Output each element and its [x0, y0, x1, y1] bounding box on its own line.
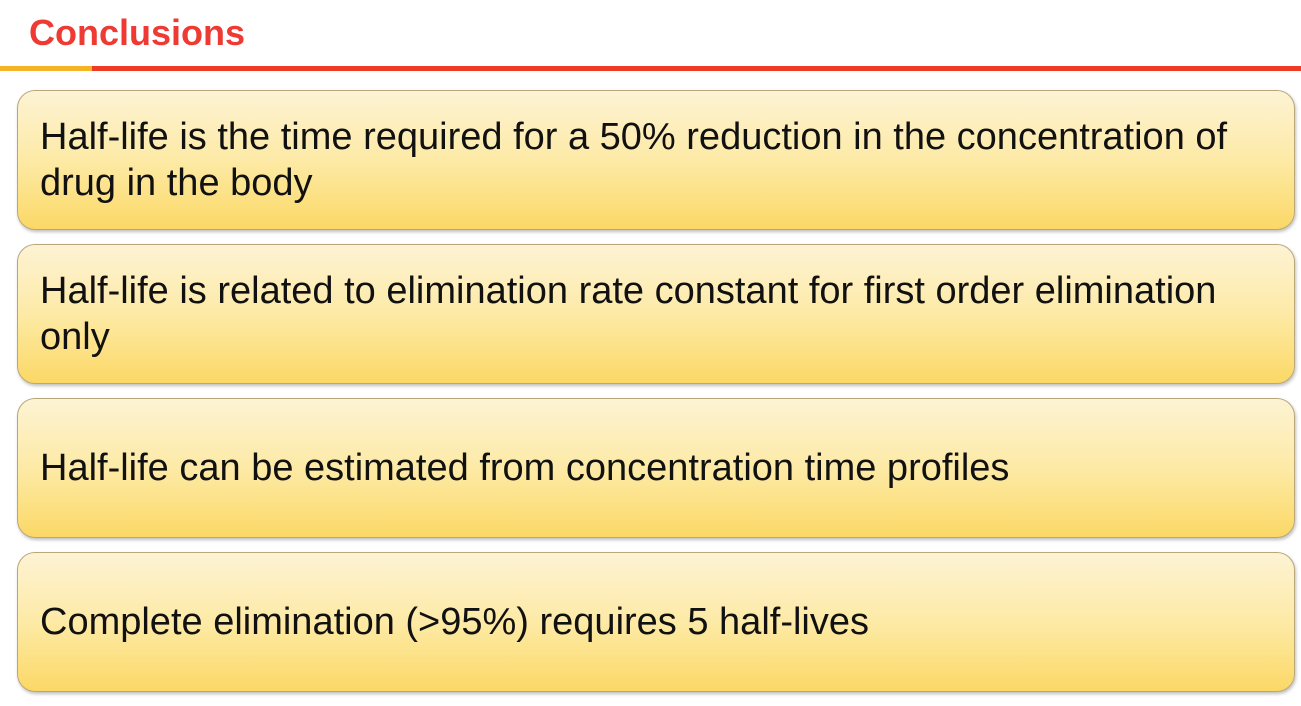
- conclusion-box: Half-life is the time required for a 50%…: [17, 90, 1295, 230]
- conclusion-text: Half-life is the time required for a 50%…: [40, 116, 1228, 204]
- title-divider-accent: [0, 66, 92, 71]
- conclusion-text: Half-life is related to elimination rate…: [40, 270, 1217, 358]
- slide-title: Conclusions: [29, 12, 246, 53]
- conclusion-box: Half-life can be estimated from concentr…: [17, 398, 1295, 538]
- conclusion-box: Half-life is related to elimination rate…: [17, 244, 1295, 384]
- conclusion-text: Complete elimination (>95%) requires 5 h…: [40, 601, 869, 643]
- title-divider: [92, 66, 1301, 71]
- conclusion-text: Half-life can be estimated from concentr…: [40, 447, 1010, 489]
- conclusion-box: Complete elimination (>95%) requires 5 h…: [17, 552, 1295, 692]
